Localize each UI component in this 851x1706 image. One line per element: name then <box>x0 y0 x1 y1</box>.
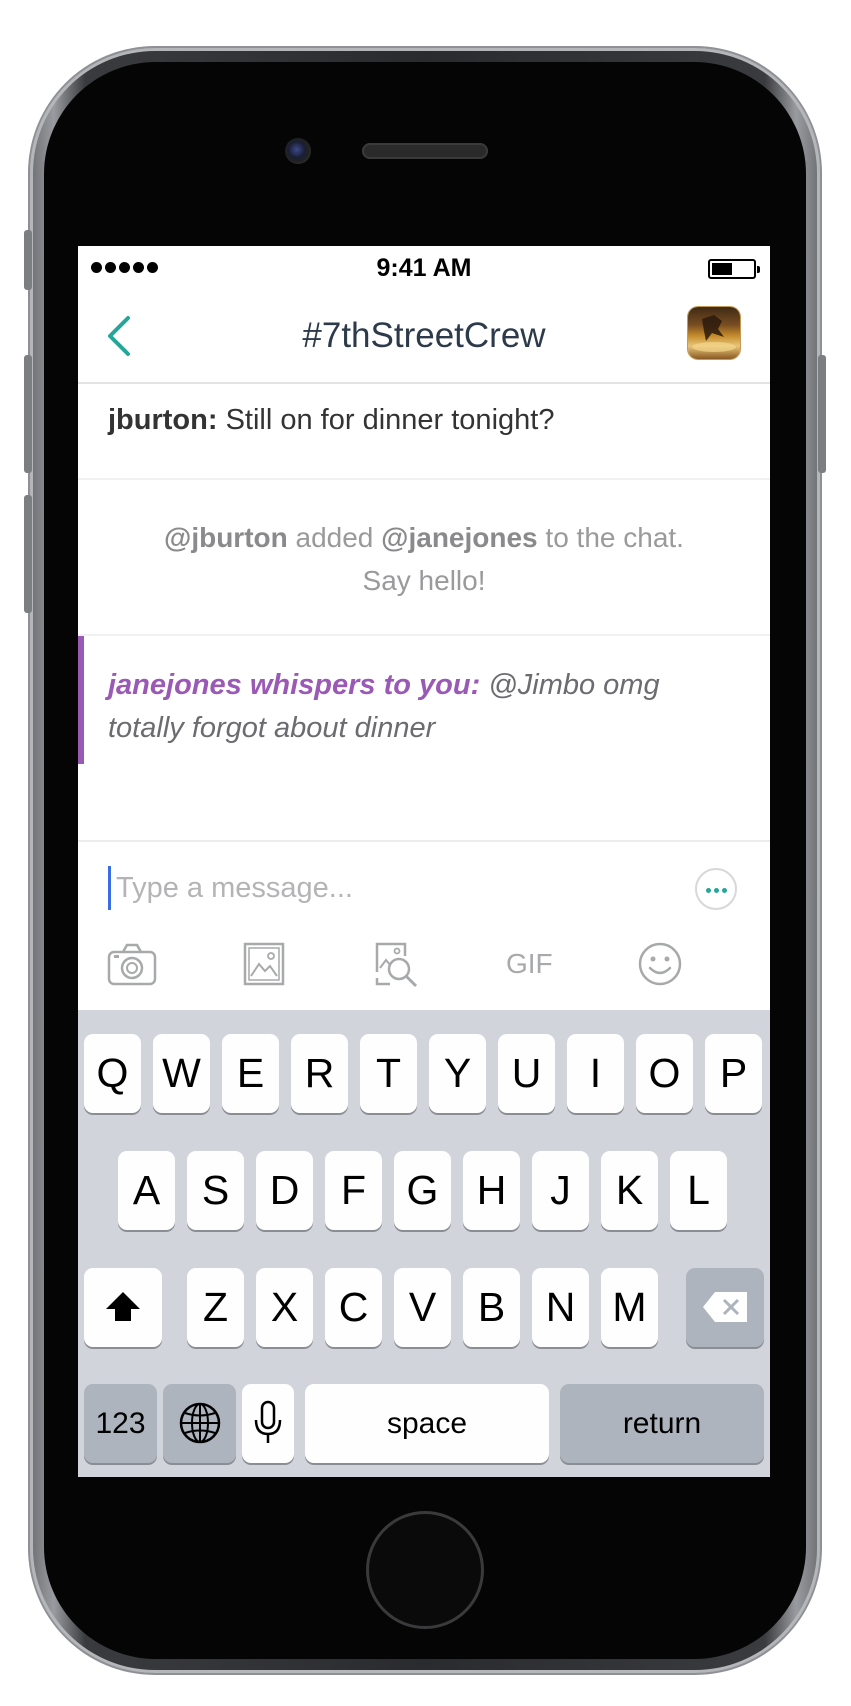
return-key[interactable]: return <box>560 1384 764 1463</box>
key-a[interactable]: A <box>118 1151 175 1230</box>
battery-icon <box>708 259 760 279</box>
message-input[interactable] <box>116 868 616 908</box>
system-text: added <box>295 522 374 553</box>
key-e[interactable]: E <box>222 1034 279 1113</box>
key-j[interactable]: J <box>532 1151 589 1230</box>
camera-button[interactable] <box>106 938 158 990</box>
keyboard: Q W E R T Y U I O P A S D F G H J K L Z … <box>78 1010 770 1477</box>
photo-library-button[interactable] <box>242 938 286 990</box>
key-f[interactable]: F <box>325 1151 382 1230</box>
more-options-button[interactable] <box>695 868 737 910</box>
volume-up-button <box>24 355 32 473</box>
volume-down-button <box>24 495 32 613</box>
system-text: to the chat. <box>545 522 684 553</box>
key-v[interactable]: V <box>394 1268 451 1347</box>
key-x[interactable]: X <box>256 1268 313 1347</box>
front-camera <box>285 138 311 164</box>
image-icon <box>243 942 285 986</box>
status-bar: 9:41 AM <box>78 246 770 288</box>
system-user-mention[interactable]: @janejones <box>381 522 537 553</box>
message-composer: GIF <box>78 840 770 1010</box>
gif-button[interactable]: GIF <box>506 938 556 990</box>
emoji-button[interactable] <box>636 938 684 990</box>
key-i[interactable]: I <box>567 1034 624 1113</box>
key-q[interactable]: Q <box>84 1034 141 1113</box>
smiley-icon <box>638 942 682 986</box>
key-r[interactable]: R <box>291 1034 348 1113</box>
power-button <box>818 355 826 473</box>
whisper-indicator-bar <box>78 636 84 764</box>
key-k[interactable]: K <box>601 1151 658 1230</box>
globe-icon <box>179 1402 220 1444</box>
key-b[interactable]: B <box>463 1268 520 1347</box>
system-user-mention[interactable]: @jburton <box>164 522 288 553</box>
mute-switch <box>24 230 32 290</box>
key-o[interactable]: O <box>636 1034 693 1113</box>
whisper-message[interactable]: janejones whispers to you: @Jimbo omg to… <box>78 636 770 764</box>
dictation-key[interactable] <box>242 1384 294 1463</box>
key-d[interactable]: D <box>256 1151 313 1230</box>
message-list: jburton: Still on for dinner tonight? @j… <box>78 386 770 764</box>
microphone-icon <box>254 1400 282 1443</box>
status-time: 9:41 AM <box>376 254 472 282</box>
key-s[interactable]: S <box>187 1151 244 1230</box>
image-search-icon <box>375 942 418 988</box>
key-h[interactable]: H <box>463 1151 520 1230</box>
group-avatar[interactable] <box>688 307 740 359</box>
avatar-image <box>692 315 736 352</box>
shift-arrow-icon <box>106 1292 140 1321</box>
numbers-key[interactable]: 123 <box>84 1384 157 1463</box>
key-t[interactable]: T <box>360 1034 417 1113</box>
composer-toolbar: GIF <box>78 938 770 998</box>
screen: 9:41 AM #7thStreetCrew jburton: Still on… <box>78 246 770 1477</box>
key-c[interactable]: C <box>325 1268 382 1347</box>
key-m[interactable]: M <box>601 1268 658 1347</box>
shift-key[interactable] <box>84 1268 162 1347</box>
chat-title: #7thStreetCrew <box>302 316 546 355</box>
image-search-button[interactable] <box>372 938 420 990</box>
key-u[interactable]: U <box>498 1034 555 1113</box>
system-text: Say hello! <box>362 565 486 596</box>
space-key[interactable]: space <box>305 1384 549 1463</box>
message-text: Still on for dinner tonight? <box>225 404 555 436</box>
system-message: @jburton added @janejones to the chat. S… <box>78 480 770 636</box>
home-button[interactable] <box>366 1511 484 1629</box>
nav-bar: #7thStreetCrew <box>78 288 770 384</box>
key-l[interactable]: L <box>670 1151 727 1230</box>
text-cursor <box>108 866 111 910</box>
key-p[interactable]: P <box>705 1034 762 1113</box>
camera-icon <box>107 943 157 986</box>
globe-key[interactable] <box>163 1384 236 1463</box>
message-author: jburton: <box>108 404 218 436</box>
key-g[interactable]: G <box>394 1151 451 1230</box>
key-w[interactable]: W <box>153 1034 210 1113</box>
key-z[interactable]: Z <box>187 1268 244 1347</box>
chat-message[interactable]: jburton: Still on for dinner tonight? <box>78 386 770 480</box>
key-n[interactable]: N <box>532 1268 589 1347</box>
key-y[interactable]: Y <box>429 1034 486 1113</box>
backspace-icon <box>703 1292 747 1322</box>
delete-key[interactable] <box>686 1268 764 1347</box>
earpiece-speaker <box>362 143 488 159</box>
whisper-label: janejones whispers to you: <box>108 669 481 701</box>
